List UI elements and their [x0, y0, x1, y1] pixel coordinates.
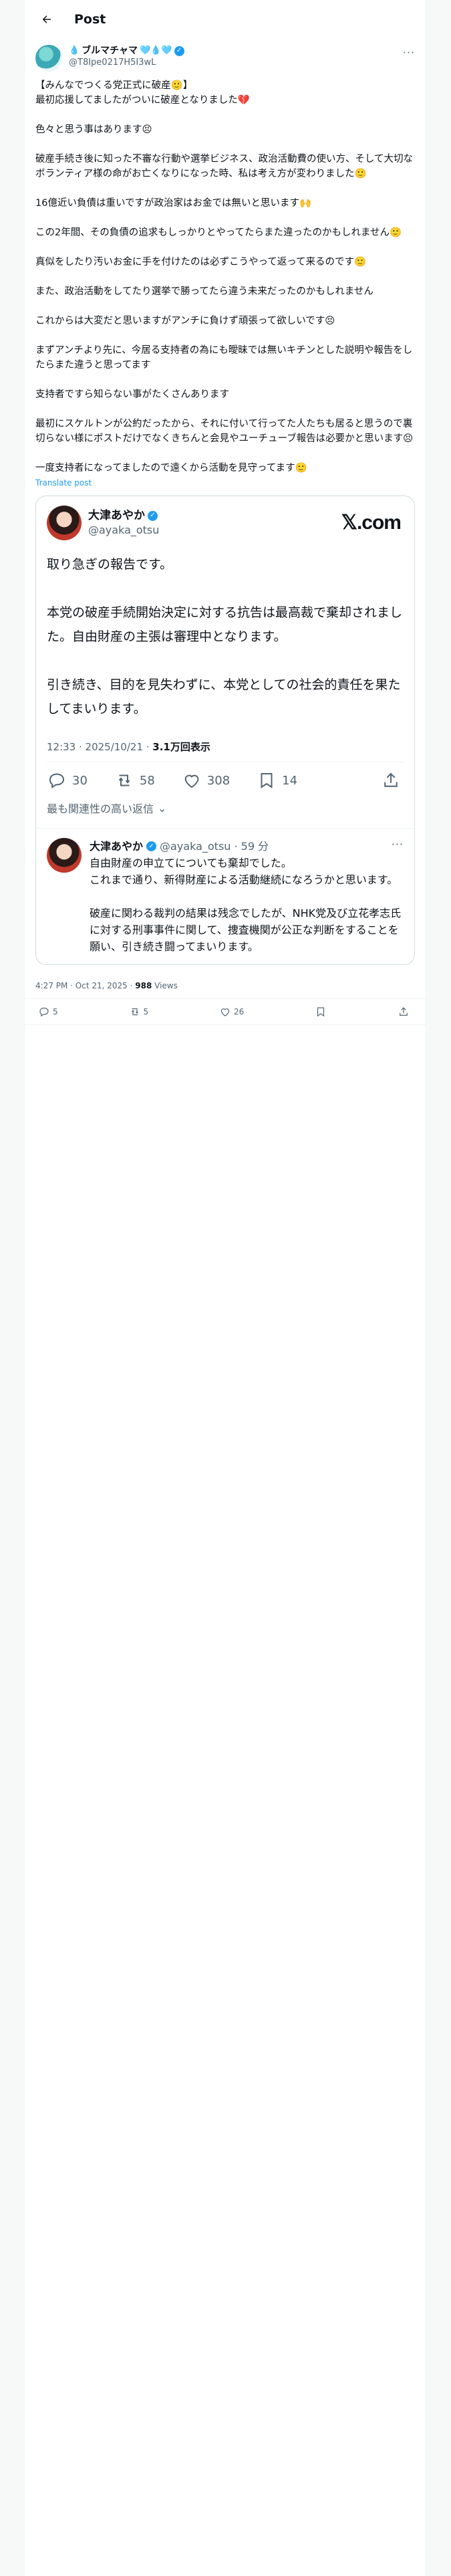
reply-count: 30 [72, 773, 88, 788]
embedded-card[interactable]: 大津あやか ✓ @ayaka_otsu 𝕏.com 取り急ぎの報告です。本党の破… [35, 496, 415, 965]
like-count: 26 [234, 1007, 245, 1016]
reply-author-name[interactable]: 大津あやか [90, 838, 143, 855]
translate-post-link[interactable]: Translate post [25, 478, 426, 488]
post-paragraph: 最初にスケルトンが公約だったから、それに付いて行ってた人たちも居ると思うので裏切… [35, 419, 414, 444]
repost-button[interactable]: 58 [114, 770, 155, 790]
post-actions: 5 5 26 [25, 999, 426, 1025]
post-paragraph: まずアンチより先に、今居る支持者の為にも曖昧では無いキチンとした説明や報告をした… [35, 345, 413, 370]
repost-icon [118, 774, 130, 786]
verified-icon: ✓ [148, 510, 158, 521]
like-count: 308 [206, 773, 231, 788]
reply-button[interactable]: 30 [47, 770, 88, 790]
quoted-author-handle[interactable]: @ayaka_otsu [88, 523, 159, 538]
reply-text: 自由財産の申立てについても棄却でした。 これまで通り、新得財産による活動継続になろ… [90, 855, 404, 955]
more-options-icon[interactable]: ··· [403, 46, 415, 59]
repost-count: 58 [139, 773, 155, 788]
bookmark-count: 14 [282, 773, 298, 788]
avatar[interactable] [35, 45, 62, 72]
post-paragraph: 【みんなでつくる党正式に破産🙂】 最初応援してましたがついに破産となりました💔 [35, 80, 250, 106]
quoted-paragraph: 取り急ぎの報告です。 [47, 557, 173, 572]
quoted-paragraph: 引き続き、目的を見失わずに、本党としての社会的責任を果たしてまいります。 [47, 677, 401, 716]
relevant-replies-dropdown[interactable]: 最も関連性の高い返信 ⌄ [47, 797, 404, 821]
name-badges: 🩵💧🩵 [140, 45, 172, 56]
share-button[interactable] [398, 1006, 410, 1018]
quoted-author-name[interactable]: 大津あやか [88, 508, 145, 523]
quoted-text: 取り急ぎの報告です。本党の破産手続開始決定に対する抗告は最高裁で棄却されました。… [47, 552, 404, 721]
post-paragraph: また、政治活動をしてたり選挙で勝ってたら違う未来だったのかもしれません [35, 286, 373, 297]
quoted-views: 3.1万回表示 [152, 741, 210, 753]
post-views-label: Views [152, 981, 178, 990]
more-options-icon[interactable]: ··· [392, 838, 404, 851]
page-title: Post [74, 11, 106, 27]
reply-author-handle[interactable]: @ayaka_otsu · 59 分 [160, 838, 269, 855]
chevron-down-icon: ⌄ [158, 801, 167, 815]
verified-icon: ✓ [174, 45, 184, 56]
post-paragraph: これからは大変だと思いますがアンチに負けず頑張って欲しいです😣 [35, 316, 335, 326]
bookmark-button[interactable] [315, 1006, 327, 1018]
verified-icon: ✓ [146, 841, 157, 851]
quoted-meta: 12:33 · 2025/10/21 · 3.1万回表示 [47, 733, 404, 762]
repost-count: 5 [143, 1007, 149, 1016]
post-text: 【みんなでつくる党正式に破産🙂】 最初応援してましたがついに破産となりました💔 色々… [25, 72, 426, 475]
share-icon [400, 1007, 408, 1016]
post-paragraph: 真似をしたり汚いお金に手を付けたのは必ずこうやって返って来るのです🙂 [35, 257, 367, 267]
post-paragraph: 支持者ですら知らない事がたくさんあります [35, 389, 229, 400]
like-button[interactable]: 308 [182, 770, 230, 790]
post-paragraph: 16億近い負債は重いですが政治家はお金では無いと思います🙌 [35, 198, 312, 209]
post-meta: 4:27 PM · Oct 21, 2025 · 988 Views [25, 973, 426, 999]
repost-button[interactable]: 5 [129, 1006, 149, 1018]
author-name[interactable]: ブルマチャマ [82, 45, 138, 57]
post-timestamp[interactable]: 4:27 PM · Oct 21, 2025 · [35, 981, 135, 990]
reply-paragraph: 自由財産の申立てについても棄却でした。 これまで通り、新得財産による活動継続になろ… [90, 857, 398, 886]
quoted-avatar[interactable] [47, 506, 82, 540]
top-bar: Post [25, 0, 426, 38]
author-handle[interactable]: @T8Ipe0217H5I3wL [69, 57, 184, 69]
share-icon [384, 772, 398, 787]
reply-paragraph: 破産に関わる裁判の結果は残念でしたが、NHK党及び立花孝志氏に対する刑事事件に関… [90, 907, 402, 953]
reply-count: 5 [53, 1007, 58, 1016]
like-button[interactable]: 26 [219, 1006, 244, 1018]
repost-icon [131, 1008, 138, 1016]
heart-icon [220, 1008, 230, 1016]
post-author: 💧 ブルマチャマ 🩵💧🩵 ✓ @T8Ipe0217H5I3wL ··· [25, 38, 426, 72]
bookmark-button[interactable]: 14 [257, 770, 297, 790]
post-paragraph: 色々と思う事はあります😣 [35, 124, 152, 135]
back-button[interactable] [35, 8, 58, 31]
quoted-paragraph: 本党の破産手続開始決定に対する抗告は最高裁で棄却されました。自由財産の主張は審理… [47, 605, 403, 644]
hearts-icon: 💧 [69, 45, 80, 56]
relevant-replies-label: 最も関連性の高い返信 [47, 802, 154, 815]
post-paragraph: 一度支持者になってましたので遠くから活動を見守ってます🙂 [35, 463, 307, 473]
bookmark-icon [317, 1007, 325, 1017]
x-logo-icon[interactable]: 𝕏.com [341, 511, 402, 534]
reply-icon [39, 1007, 49, 1017]
reply-icon [49, 773, 65, 788]
post-paragraph: この2年間、その負債の追求もしっかりとやってたらまた違ったのかもしれません🙂 [35, 227, 402, 238]
quoted-timestamp[interactable]: 12:33 · 2025/10/21 · [47, 741, 152, 753]
post-paragraph: 破産手続き後に知った不審な行動や選挙ビジネス、政治活動費の使い方、そして大切なボ… [35, 154, 414, 179]
reply-avatar[interactable] [47, 838, 82, 873]
quoted-reply: 大津あやか ✓ @ayaka_otsu · 59 分 自由財産の申立てについても… [36, 828, 414, 964]
share-button[interactable] [381, 770, 401, 790]
arrow-left-icon [42, 15, 51, 23]
bookmark-icon [261, 773, 273, 788]
post-views-count: 988 [135, 981, 152, 990]
heart-icon [184, 774, 199, 788]
quoted-post: 大津あやか ✓ @ayaka_otsu 𝕏.com 取り急ぎの報告です。本党の破… [36, 496, 414, 828]
quoted-actions: 30 58 308 14 [47, 762, 404, 797]
reply-button[interactable]: 5 [38, 1006, 58, 1018]
post-page: Post 💧 ブルマチャマ 🩵💧🩵 ✓ @T8Ipe0217H5I3wL ···… [24, 0, 426, 2576]
